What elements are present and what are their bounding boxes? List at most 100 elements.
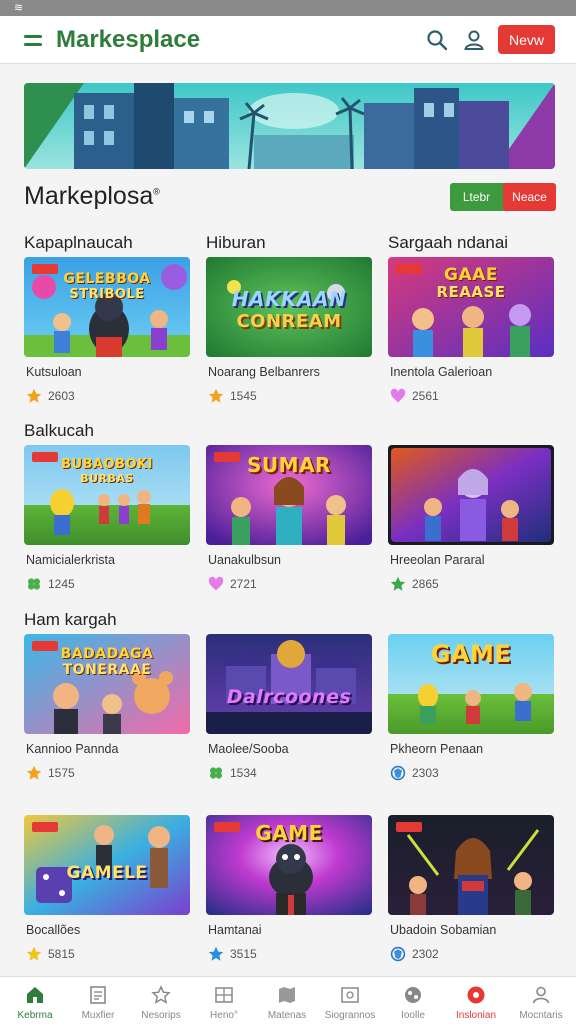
map-icon [279,987,295,1003]
game-rating: 1245 [26,576,75,592]
game-name: Namicialerkrista [26,553,115,567]
profile-icon [532,986,550,1004]
game-rating: 2721 [208,576,257,592]
rating-value: 3515 [230,947,257,961]
nav-item-favorites[interactable]: Nesorips [129,977,193,1024]
section-title-text: Markeplosa [24,182,154,210]
rating-value: 2302 [412,947,439,961]
nav-label: Muxfier [81,1010,115,1021]
nav-item-map[interactable]: Matenas [255,977,319,1024]
game-thumbnail[interactable]: BADADAGA TONERAAE [24,634,190,734]
nav-label: Nesorips [141,1010,181,1021]
thumbnail-title: GELEBBOA [63,271,151,287]
thumbnail-subtitle: CONREAM [236,311,342,332]
game-rating: 1534 [208,765,257,781]
nav-item-documents[interactable]: Muxfier [66,977,130,1024]
thumbnail-title: HAKKAAN [231,287,347,311]
rating-value: 2561 [412,389,439,403]
game-thumbnail[interactable]: GELEBBOA STRIBOLE [24,257,190,357]
nav-item-gallery[interactable]: Siogrannos [318,977,382,1024]
game-name: Kutsuloan [26,365,82,379]
game-name: Pkheorn Penaan [390,742,484,756]
nav-label: Kebrma [17,1010,53,1021]
document-icon [90,986,106,1004]
app-title: Markesplace [56,26,201,53]
rating-value: 2721 [230,577,257,591]
game-thumbnail[interactable]: BUBAOBOKI BURBAS [24,445,190,545]
image-icon [341,987,359,1003]
thumbnail-title: GAME [430,640,512,668]
star-icon [26,946,42,961]
nav-label: Inslonian [455,1010,497,1021]
nav-label: Matenas [267,1010,307,1021]
top-app-bar: Markesplace Nevw [0,16,576,64]
game-thumbnail[interactable]: HAKKAAN CONREAM [206,257,372,357]
game-thumbnail[interactable] [388,445,554,545]
category-label: Hiburan [206,233,266,252]
game-rating: 2561 [390,388,439,404]
badge [32,822,58,832]
game-rating: 1575 [26,765,75,781]
user-icon[interactable] [462,28,486,52]
rating-value: 1534 [230,766,257,780]
game-thumbnail[interactable]: GAAE REAASE [388,257,554,357]
game-name: Bocallões [26,923,81,937]
thumbnail-subtitle: BURBAS [80,472,134,485]
toggle-left-button[interactable]: Ltebr [450,183,503,211]
nav-label: Ioolle [401,1010,425,1021]
thumbnail-subtitle: REAASE [436,283,506,301]
rating-value: 1245 [48,577,75,591]
game-name: Hreeolan Pararal [390,553,485,567]
thumbnail-subtitle: STRIBOLE [69,287,145,302]
menu-icon[interactable] [24,35,42,46]
game-name: Inentola Galerioan [390,365,493,379]
game-thumbnail[interactable] [388,815,554,915]
game-rating: 2303 [390,765,439,781]
thumbnail-title: SUMAR [247,453,331,477]
rating-value: 2603 [48,389,75,403]
search-icon[interactable] [425,28,449,52]
home-icon [27,987,43,1003]
nav-label: Heno° [210,1010,238,1021]
thumbnail-subtitle: TONERAAE [62,662,152,678]
category-label: Kapaplnaucah [24,233,133,252]
game-name: Kannioo Pannda [26,742,119,756]
nav-item-home[interactable]: Kebrma [3,977,67,1024]
game-name: Ubadoin Sobamian [390,923,497,937]
category-label: Balkucah [24,421,94,440]
thumbnail-title: GAMELE [66,863,148,883]
status-bar: ≋ [0,0,576,16]
view-toggle: Ltebr Neace [450,183,556,211]
nav-label: Mocntaris [519,1010,563,1021]
game-thumbnail[interactable]: SUMAR [206,445,372,545]
grid-icon [215,987,233,1003]
game-thumbnail[interactable]: GAME [388,634,554,734]
game-rating: 5815 [26,946,75,962]
nav-item-profile[interactable]: Mocntaris [509,977,573,1024]
game-thumbnail[interactable]: GAMELE [24,815,190,915]
record-icon [467,986,485,1004]
new-button[interactable]: Nevw [498,25,555,54]
rating-value: 1575 [48,766,75,780]
toggle-right-button[interactable]: Neace [503,183,556,211]
game-name: Maolee/Sooba [208,742,289,756]
hero-banner[interactable] [24,83,555,169]
game-name: Hamtanai [208,923,262,937]
globe-icon [405,987,421,1003]
nav-item-record[interactable]: Inslonian [444,977,508,1024]
shield-icon [390,765,406,781]
game-rating: 3515 [208,946,257,962]
nav-item-explore[interactable]: Ioolle [381,977,445,1024]
game-thumbnail[interactable]: GAME [206,815,372,915]
shield-icon [390,946,406,962]
game-rating: 1545 [208,388,257,404]
badge [396,822,422,832]
heart-icon [390,388,406,403]
category-label: Sargaah ndanai [388,233,509,252]
thumbnail-title: GAAE [444,265,498,285]
rating-value: 2865 [412,577,439,591]
game-rating: 2865 [390,576,439,592]
nav-item-grid[interactable]: Heno° [192,977,256,1024]
thumbnail-title: BUBAOBOKI [61,457,153,472]
game-thumbnail[interactable]: Dalrcoones [206,634,372,734]
